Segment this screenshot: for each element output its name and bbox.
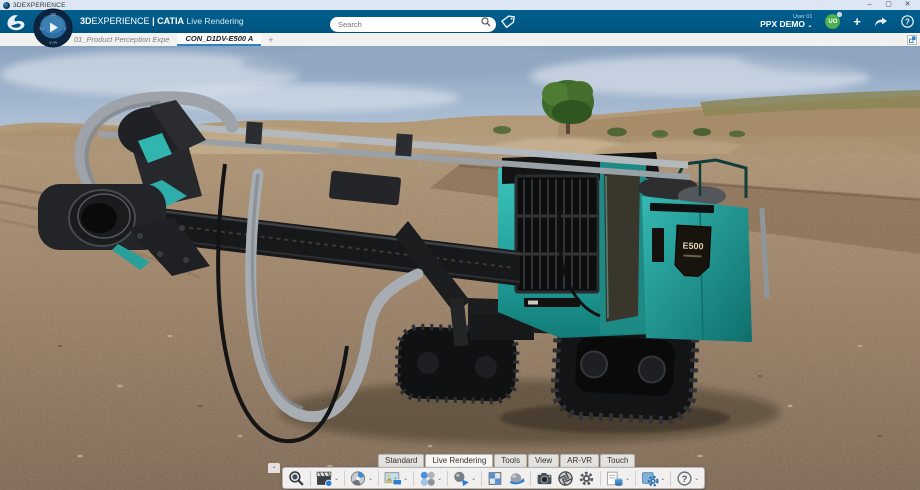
chevron-down-icon: ⌄ [334, 475, 340, 482]
application-window: 3DEXPERIENCE – ▢ ✕ 3D V+R 3D V 3DEXPERIE… [0, 0, 920, 490]
tab-product-perception[interactable]: 01_Product Perception Expe [66, 33, 177, 46]
brand-separator: | [152, 16, 155, 26]
share-button[interactable] [874, 16, 888, 28]
status-dot [837, 12, 843, 17]
toolbar-tab-ar-vr[interactable]: AR-VR [560, 454, 600, 467]
material-spheres-icon [420, 471, 435, 486]
settings-gear-icon [642, 471, 659, 487]
data-export-icon [607, 471, 623, 486]
camera-icon [537, 472, 552, 484]
3d-viewport[interactable]: E500 Standard Live Rendering Tools View … [0, 46, 920, 490]
texture-cube-icon [488, 471, 502, 485]
search-icon[interactable] [481, 16, 491, 27]
3dexperience-compass[interactable]: 3D V+R 3D V [33, 8, 73, 48]
svg-text:?: ? [682, 473, 688, 484]
render-setup-button[interactable]: ⌄ [349, 470, 374, 487]
shader-button[interactable]: ⌄ [452, 470, 477, 487]
toolbar-help-button[interactable]: ? ⌄ [675, 470, 700, 487]
toolbar-tab-live-rendering[interactable]: Live Rendering [425, 454, 494, 467]
tab-con-d1dv-e500[interactable]: CON_D1DV-E500 A [177, 33, 262, 46]
render-settings-button[interactable] [577, 470, 596, 487]
document-tab-bar: 01_Product Perception Expe CON_D1DV-E500… [0, 33, 920, 46]
environment-button[interactable]: ⌄ [383, 470, 409, 487]
e500-badge: E500 [674, 224, 712, 277]
svg-text:V+R: V+R [49, 40, 57, 45]
turntable-sphere-icon [509, 472, 525, 484]
tag-icon[interactable] [500, 13, 516, 29]
zoom-tool-button[interactable] [287, 470, 306, 487]
chevron-down-icon: ⌄ [694, 475, 700, 482]
chevron-down-icon: ⌄ [403, 475, 409, 482]
render-disc-icon [350, 470, 366, 486]
environment-image-icon [384, 471, 402, 485]
app-bar: 3D V+R 3D V 3DEXPERIENCE | CATIA Live Re… [0, 8, 920, 48]
brand-mode: Live Rendering [186, 16, 244, 26]
new-tab-button[interactable]: + [261, 33, 280, 46]
shader-sphere-icon [454, 471, 470, 486]
chevron-down-icon: ⌄ [807, 22, 813, 29]
animation-button[interactable]: ⌄ [315, 470, 340, 487]
data-export-button[interactable]: ⌄ [605, 470, 631, 487]
tab-label: CON_D1DV-E500 A [185, 34, 254, 43]
preferences-button[interactable]: ⌄ [640, 470, 666, 487]
user-menu[interactable]: User 01 PPX DEMO ⌄ [760, 14, 812, 30]
expand-window-button[interactable] [907, 34, 917, 45]
toolbar-tab-touch[interactable]: Touch [600, 454, 636, 467]
share-arrow-icon [875, 17, 887, 26]
gear-icon [579, 471, 594, 485]
add-content-button[interactable]: + [853, 15, 861, 28]
brand-3d: 3D [80, 16, 92, 26]
zoom-magnifier-icon [289, 470, 304, 486]
toolbar-tab-view[interactable]: View [527, 454, 560, 467]
expand-icon [908, 36, 916, 43]
svg-text:V: V [64, 26, 67, 31]
tab-label: 01_Product Perception Expe [74, 35, 170, 44]
toolbar-tab-strip: Standard Live Rendering Tools View AR-VR… [378, 454, 636, 467]
chevron-down-icon: ⌄ [660, 475, 666, 482]
window-titlebar: 3DEXPERIENCE – ▢ ✕ [0, 0, 920, 10]
brand-catia: CATIA [157, 16, 184, 26]
search-box [330, 14, 496, 32]
user-account-label: PPX DEMO [760, 18, 805, 29]
brand-text: 3DEXPERIENCE | CATIA Live Rendering [80, 16, 244, 26]
chevron-down-icon: ⌄ [471, 475, 477, 482]
toolbar-collapse-button[interactable]: ⌄ [268, 463, 280, 473]
dassault-3ds-logo-icon[interactable] [4, 12, 30, 31]
materials-button[interactable]: ⌄ [418, 470, 443, 487]
svg-text:3D: 3D [39, 26, 44, 31]
brand-experience: EXPERIENCE [91, 16, 150, 26]
snapshot-button[interactable] [535, 470, 554, 487]
texture-button[interactable] [486, 470, 505, 487]
turntable-button[interactable] [507, 470, 526, 487]
chevron-down-icon: ⌄ [625, 475, 631, 482]
clapperboard-icon [316, 471, 333, 487]
close-button[interactable]: ✕ [898, 0, 917, 10]
maximize-button[interactable]: ▢ [879, 0, 898, 10]
minimize-button[interactable]: – [860, 0, 879, 10]
avatar-initials: UO [828, 18, 838, 25]
help-button[interactable]: ? [901, 15, 914, 28]
toolbar-tab-tools[interactable]: Tools [494, 454, 527, 467]
search-input[interactable] [330, 17, 496, 32]
chevron-down-icon: ⌄ [437, 475, 443, 482]
aperture-icon [558, 470, 573, 486]
app-icon [3, 1, 10, 9]
chevron-down-icon: ⌄ [368, 475, 374, 482]
cab [498, 152, 660, 338]
avatar[interactable]: UO [825, 12, 843, 29]
help-circle-icon: ? [677, 470, 692, 486]
action-bar: ⌄ ⌄ ⌄ ⌄ ⌄ ⌄ ⌄ ? ⌄ [282, 467, 706, 489]
svg-text:3D: 3D [50, 12, 57, 17]
exposure-button[interactable] [556, 470, 575, 487]
toolbar-tab-standard[interactable]: Standard [378, 454, 425, 467]
help-icon: ? [901, 15, 914, 28]
svg-text:E500: E500 [682, 240, 704, 251]
svg-text:?: ? [905, 17, 910, 26]
